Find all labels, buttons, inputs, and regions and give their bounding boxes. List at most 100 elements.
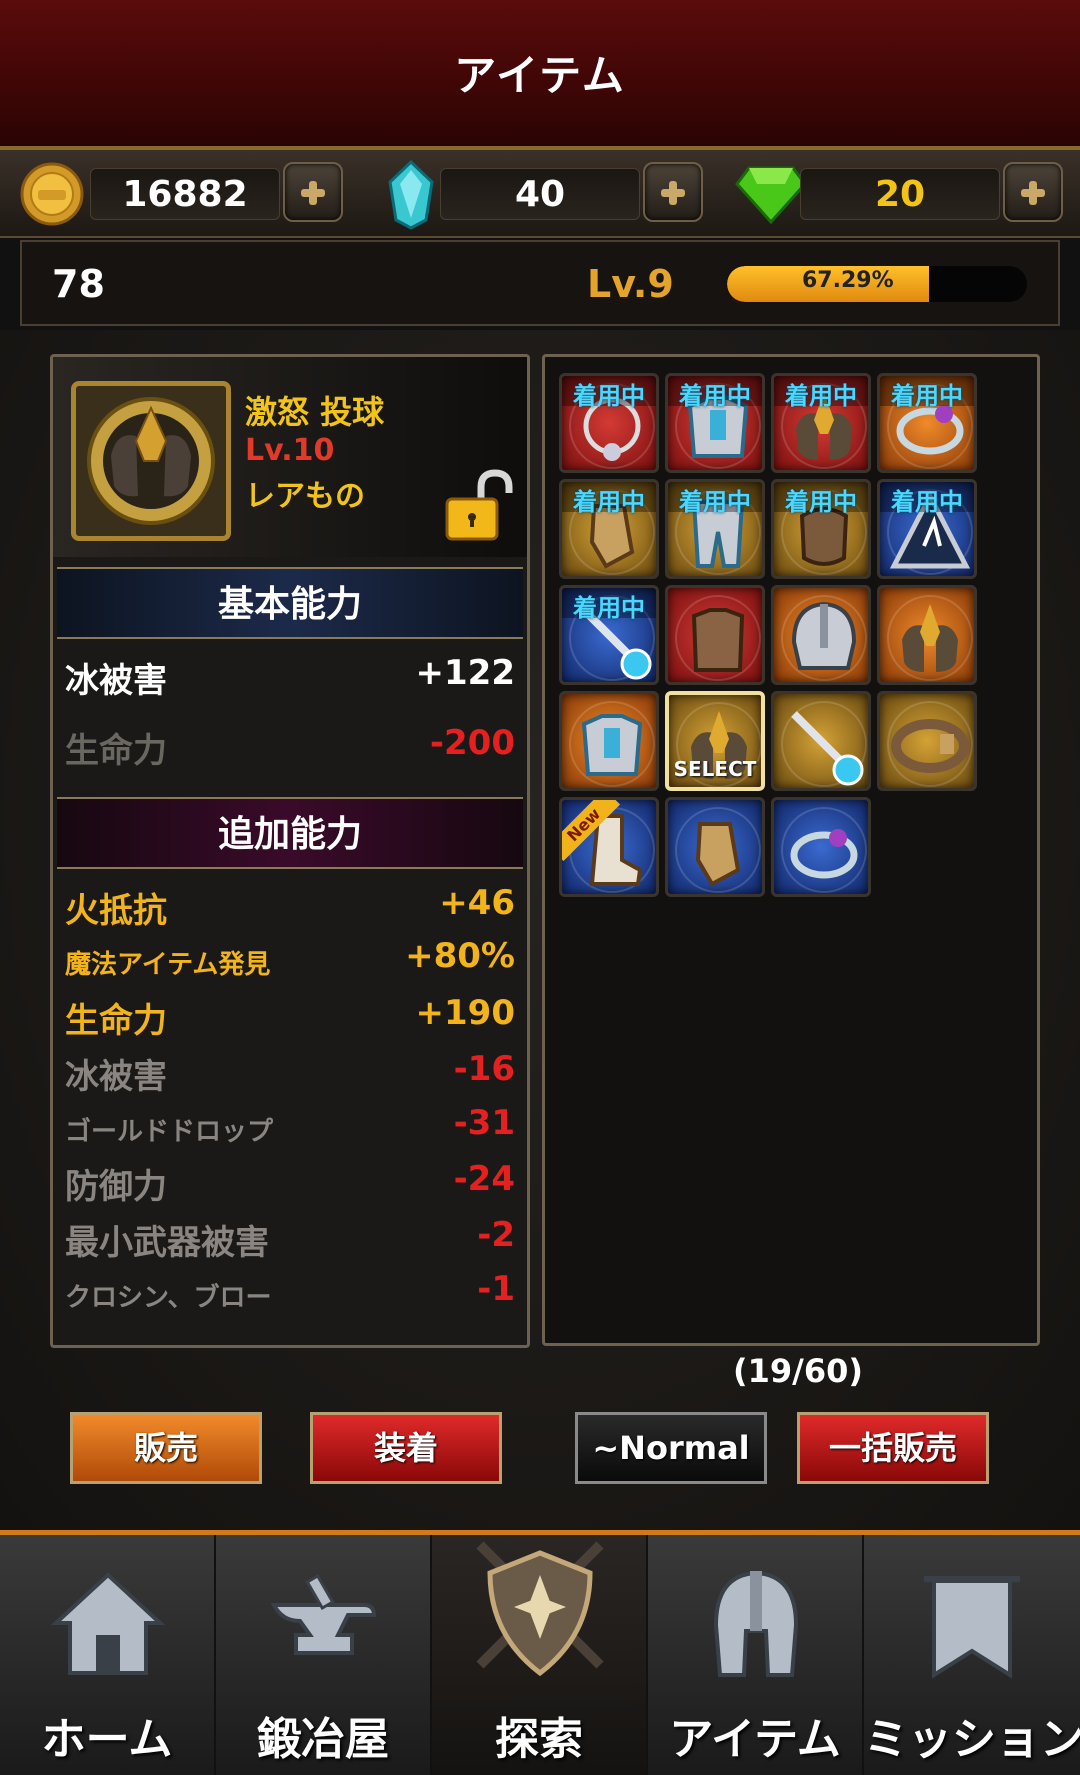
inventory-count: (19/60): [733, 1352, 863, 1390]
stat-value: -2: [477, 1215, 515, 1255]
stat-value: +190: [415, 993, 515, 1033]
stat-value: +46: [439, 883, 515, 923]
item-portrait: [71, 381, 231, 541]
basic-stats-header: 基本能力: [57, 567, 523, 639]
equipped-badge: 着用中: [668, 482, 762, 516]
add-crystal-button[interactable]: [643, 162, 703, 222]
add-gem-button[interactable]: [1003, 162, 1063, 222]
shoulder-armor-icon: [87, 397, 215, 525]
inventory-slot[interactable]: 着用中: [559, 373, 659, 473]
inventory-slot[interactable]: [771, 585, 871, 685]
equipped-badge: 着用中: [774, 482, 868, 516]
stat-label: クロシン、ブロー: [65, 1283, 272, 1313]
equipped-badge: 着用中: [562, 376, 656, 410]
inventory-slot[interactable]: 着用中: [665, 479, 765, 579]
inventory-slot[interactable]: SELECT: [665, 691, 765, 791]
inventory-slot[interactable]: 着用中: [877, 479, 977, 579]
extra-stat-row: 防御力 -24: [65, 1159, 515, 1207]
stat-value: -16: [453, 1049, 515, 1089]
stat-label: 最小武器被害: [65, 1223, 269, 1263]
basic-stat-row: 冰被害 +122: [65, 653, 515, 701]
inventory-slot[interactable]: 着用中: [665, 373, 765, 473]
stat-value: -31: [453, 1103, 515, 1143]
nav-label: 探索: [495, 1714, 583, 1765]
equipped-badge: 着用中: [880, 482, 974, 516]
equipped-badge: 着用中: [880, 376, 974, 410]
stat-label: 冰被害: [65, 661, 167, 701]
add-gold-button[interactable]: [283, 162, 343, 222]
anvil-icon: [270, 1573, 377, 1655]
stat-label: 冰被害: [65, 1057, 167, 1097]
inventory-slot[interactable]: [665, 585, 765, 685]
stat-label: 生命力: [65, 731, 167, 771]
ring-icon: [781, 807, 867, 893]
inventory-slot[interactable]: 着用中: [877, 373, 977, 473]
sword-icon: [781, 701, 867, 787]
unlock-icon[interactable]: [441, 465, 521, 545]
nav-label: 鍛冶屋: [257, 1714, 389, 1765]
inventory-slot[interactable]: [877, 691, 977, 791]
nav-item[interactable]: アイテム: [648, 1535, 864, 1775]
equipped-badge: 着用中: [774, 376, 868, 410]
inventory-slot[interactable]: [877, 585, 977, 685]
stat-label: 生命力: [65, 1001, 167, 1041]
stat-value: +122: [415, 653, 515, 693]
sell-button[interactable]: 販売: [70, 1412, 262, 1484]
item-level: Lv.10: [245, 433, 335, 468]
extra-stat-row: 冰被害 -16: [65, 1049, 515, 1097]
equipped-badge: 着用中: [562, 482, 656, 516]
belt-icon: [887, 701, 973, 787]
nav-mission[interactable]: ミッション: [864, 1535, 1080, 1775]
banner-icon: [924, 1576, 1020, 1679]
gauntlet-icon: [675, 807, 761, 893]
green-gem-icon: [735, 166, 807, 224]
extra-stats-header: 追加能力: [57, 797, 523, 869]
equip-button[interactable]: 装着: [310, 1412, 502, 1484]
leather-armor-icon: [675, 595, 761, 681]
gold-coin-icon: [20, 162, 84, 226]
helmet-icon: [713, 1570, 799, 1677]
basic-stat-row: 生命力 -200: [65, 723, 515, 771]
inventory-slot[interactable]: 着用中: [559, 479, 659, 579]
inventory-grid: 着用中 着用中 着用中 着用中 着用中 着用中 着用中 着用中 着用中 SELECT New: [542, 354, 1040, 1346]
crystal-icon: [388, 160, 434, 230]
extra-stat-row: 火抵抗 +46: [65, 883, 515, 931]
stat-value: -24: [453, 1159, 515, 1199]
xp-percent: 67.29%: [802, 268, 894, 293]
nav-label: アイテム: [669, 1714, 841, 1765]
extra-stat-row: 生命力 +190: [65, 993, 515, 1041]
level-left-value: 78: [52, 262, 105, 306]
stat-value: -1: [477, 1269, 515, 1309]
bulk-sell-button[interactable]: 一括販売: [797, 1412, 989, 1484]
top-header: アイテム: [0, 0, 1080, 150]
page-title: アイテム: [454, 51, 626, 100]
equipped-badge: 着用中: [668, 376, 762, 410]
stat-label: 火抵抗: [65, 891, 167, 931]
equipped-badge: 着用中: [562, 588, 656, 622]
inventory-slot[interactable]: 着用中: [771, 479, 871, 579]
nav-explore[interactable]: 探索: [432, 1535, 648, 1775]
inventory-slot[interactable]: [771, 691, 871, 791]
inventory-slot[interactable]: [559, 691, 659, 791]
inventory-slot[interactable]: 着用中: [771, 373, 871, 473]
stat-label: ゴールドドロップ: [65, 1117, 274, 1147]
inventory-slot[interactable]: New: [559, 797, 659, 897]
select-badge: SELECT: [673, 757, 757, 781]
nav-label: ホーム: [41, 1714, 173, 1765]
inventory-slot[interactable]: [665, 797, 765, 897]
gem-amount: 20: [800, 168, 1000, 220]
boots-icon: [569, 807, 655, 893]
item-name: 激怒 投球: [245, 393, 385, 431]
inventory-slot[interactable]: 着用中: [559, 585, 659, 685]
currency-bar: 16882 40 20: [0, 150, 1080, 238]
rarity-filter-button[interactable]: ~Normal: [575, 1412, 767, 1484]
nav-forge[interactable]: 鍛冶屋: [216, 1535, 432, 1775]
crystal-amount: 40: [440, 168, 640, 220]
inventory-slot[interactable]: [771, 797, 871, 897]
item-rarity: レアもの: [245, 479, 365, 514]
shield-crossed-swords-icon: [476, 1541, 604, 1677]
home-icon: [50, 1572, 166, 1675]
player-level: Lv.9: [587, 262, 674, 306]
nav-home[interactable]: ホーム: [0, 1535, 216, 1775]
shoulder-armor-icon: [887, 595, 973, 681]
